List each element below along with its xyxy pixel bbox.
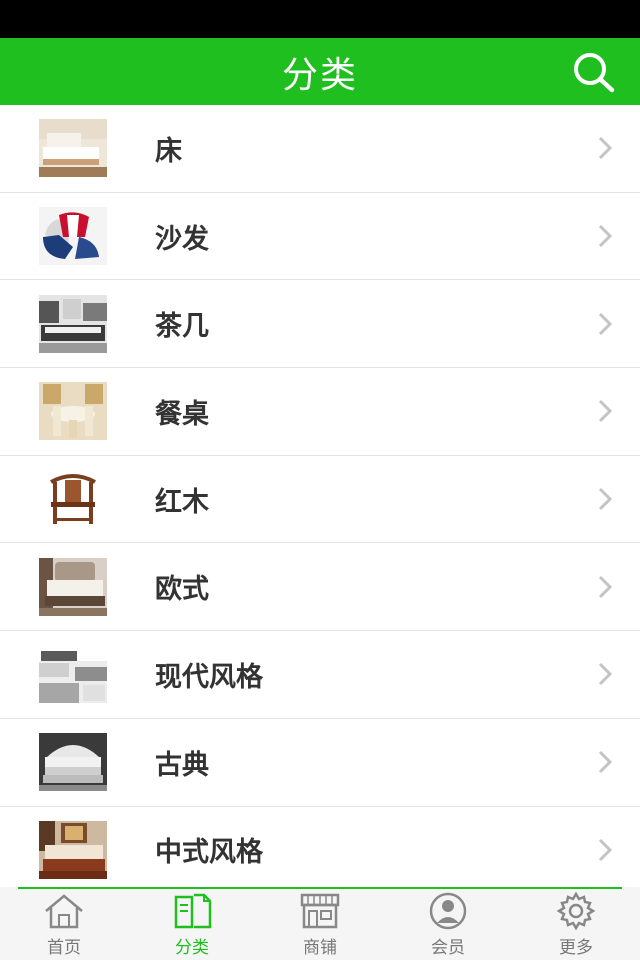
tab-label: 首页 [47, 938, 81, 958]
dining-table-thumbnail [39, 382, 107, 441]
category-label: 沙发 [155, 223, 209, 255]
category-label: 中式风格 [155, 837, 263, 869]
chevron-right-icon [598, 751, 612, 774]
search-icon[interactable] [570, 50, 618, 94]
tea-table-thumbnail [39, 294, 107, 353]
chevron-right-icon [598, 575, 612, 598]
chevron-right-icon [598, 488, 612, 511]
category-item-dining-table[interactable]: 餐桌 [0, 368, 640, 456]
category-label: 餐桌 [155, 398, 209, 430]
bed-thumbnail [39, 119, 107, 178]
category-item-classic[interactable]: 古典 [0, 718, 640, 807]
category-label: 茶几 [155, 311, 209, 343]
category-item-modern[interactable]: 现代风格 [0, 631, 640, 719]
page-title: 分类 [281, 54, 358, 96]
category-label: 古典 [155, 749, 209, 781]
tab-store[interactable]: 商铺 [270, 891, 370, 959]
chevron-right-icon [598, 663, 612, 686]
store-icon [300, 893, 340, 929]
chevron-right-icon [598, 137, 612, 160]
sofa-thumbnail [39, 207, 107, 266]
tab-home[interactable]: 首页 [14, 891, 114, 959]
chevron-right-icon [598, 312, 612, 335]
category-label: 欧式 [155, 574, 209, 606]
header-bar: 分类 [0, 38, 640, 105]
category-item-chinese[interactable]: 中式风格 [0, 806, 640, 887]
chevron-right-icon [598, 838, 612, 861]
tab-category[interactable]: 分类 [142, 891, 242, 959]
category-list: 床 沙发 茶几 餐桌 红木 欧式 现代风格 古典 中式风格 [0, 105, 640, 887]
category-item-rosewood[interactable]: 红木 [0, 455, 640, 544]
classic-bed-thumbnail [39, 733, 107, 792]
category-item-tea-table[interactable]: 茶几 [0, 280, 640, 369]
category-item-sofa[interactable]: 沙发 [0, 192, 640, 281]
tab-label: 更多 [559, 938, 593, 958]
category-item-bed[interactable]: 床 [0, 105, 640, 193]
more-gear-icon [556, 891, 596, 931]
rosewood-chair-thumbnail [39, 470, 107, 529]
tabbar-divider [18, 887, 622, 889]
tab-more[interactable]: 更多 [526, 891, 626, 959]
category-label: 现代风格 [155, 661, 263, 693]
bottom-tab-bar: 首页 分类 商铺 会员 更多 [0, 887, 640, 960]
tab-label: 分类 [175, 938, 209, 958]
chinese-bed-thumbnail [39, 820, 107, 879]
tab-label: 商铺 [303, 938, 337, 958]
category-icon [174, 893, 212, 929]
status-bar [0, 0, 640, 38]
chevron-right-icon [598, 224, 612, 248]
member-icon [429, 892, 467, 930]
modern-room-thumbnail [39, 645, 107, 704]
tab-label: 会员 [431, 938, 465, 958]
european-bed-thumbnail [39, 557, 107, 616]
chevron-right-icon [598, 400, 612, 423]
tab-member[interactable]: 会员 [398, 891, 498, 959]
category-label: 床 [155, 135, 182, 167]
home-icon [45, 894, 83, 929]
category-item-european[interactable]: 欧式 [0, 543, 640, 632]
category-label: 红木 [155, 486, 209, 518]
